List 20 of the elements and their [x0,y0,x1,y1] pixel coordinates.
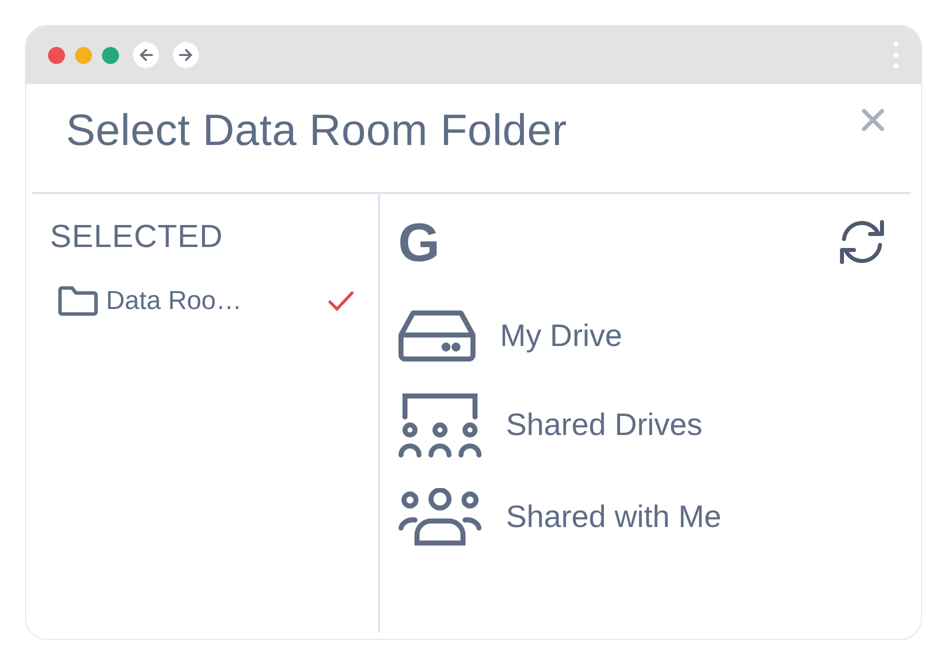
dialog-title: Select Data Room Folder [66,106,567,156]
shared-drives-icon [398,392,482,458]
location-item[interactable]: Shared Drives [398,392,702,458]
right-arrow-icon [179,48,193,62]
left-arrow-icon [139,48,153,62]
people-group-icon [398,488,482,546]
back-button[interactable] [133,42,159,68]
close-window-dot[interactable] [48,46,65,64]
folder-name: Data Roo… [106,285,243,316]
section-heading: SELECTED [50,218,224,255]
location-item[interactable]: My Drive [398,310,622,362]
maximize-window-dot[interactable] [102,46,119,64]
forward-button[interactable] [173,42,199,68]
minimize-window-dot[interactable] [75,46,92,64]
location-item[interactable]: Shared with Me [398,488,722,546]
refresh-icon [839,218,885,264]
close-icon [861,108,885,132]
provider-logo: G [398,216,440,270]
folder-icon [58,286,98,316]
hard-drive-icon [398,310,476,362]
